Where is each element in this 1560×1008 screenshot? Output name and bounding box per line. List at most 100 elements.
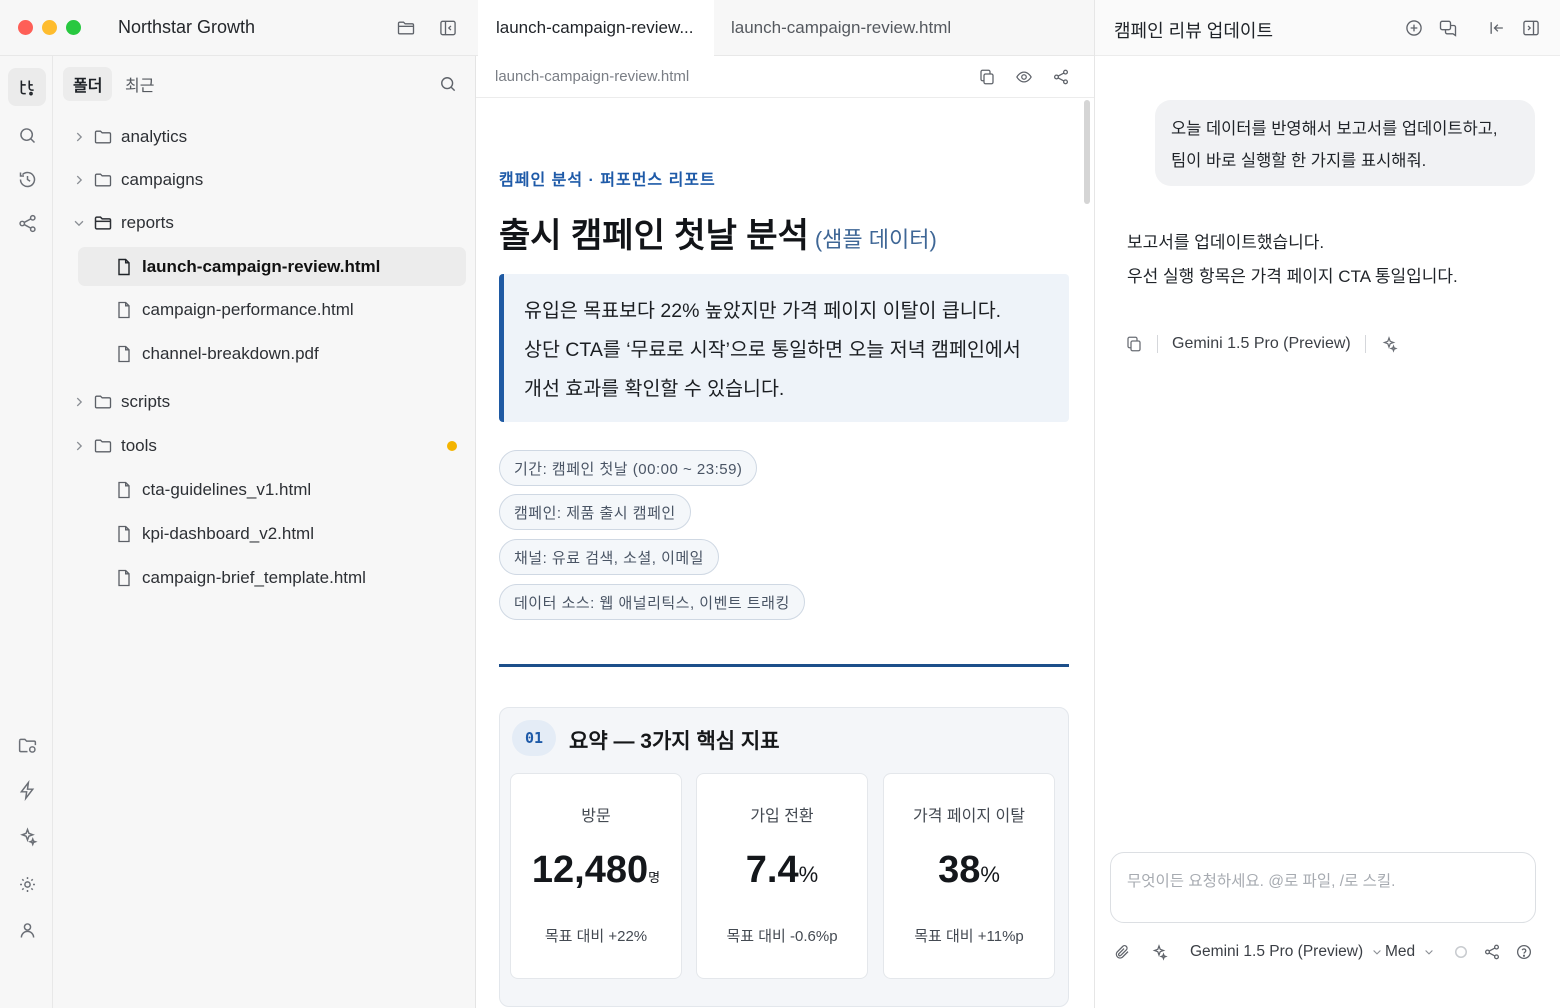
folder-icon (94, 439, 112, 453)
doc-title-suffix: (샘플 데이터) (814, 227, 937, 252)
editor-tabbar: launch-campaign-review... launch-campaig… (476, 0, 1094, 56)
tree-label: campaign-brief_template.html (142, 568, 366, 587)
regenerate-sparkle-icon[interactable] (1380, 335, 1398, 353)
collapse-sidebar-icon[interactable] (436, 16, 460, 40)
model-selector[interactable]: Gemini 1.5 Pro (Preview) (1190, 940, 1383, 964)
help-icon[interactable] (1515, 940, 1533, 964)
kpi-label: 방문 (581, 808, 611, 825)
tree-folder-analytics[interactable]: analytics (76, 118, 466, 156)
file-icon (118, 258, 130, 275)
tree-label: campaigns (121, 170, 204, 189)
tree-label: scripts (121, 392, 171, 411)
kpi-value: 7.4% (697, 849, 867, 892)
explorer-search-icon[interactable] (436, 72, 460, 96)
kpi-summary-section: 01 요약 — 3가지 핵심 지표 방문 12,480명 목표 대비 +22% … (499, 707, 1069, 1007)
sparkle-icon[interactable] (8, 817, 46, 855)
chevron-right-icon (76, 175, 83, 185)
search-icon[interactable] (8, 116, 46, 154)
tab-folders[interactable]: 폴더 (63, 67, 113, 101)
chevron-down-icon (1425, 950, 1433, 955)
file-icon (118, 345, 130, 363)
tree-folder-reports[interactable]: reports (74, 204, 466, 242)
chat-history-icon[interactable] (1436, 16, 1460, 40)
workspace-title[interactable]: Northstar Growth (118, 17, 255, 38)
folder-icon (94, 173, 112, 187)
kpi-unit: 명 (648, 870, 661, 885)
kpi-number: 12,480 (531, 849, 649, 891)
section-number: 01 (512, 720, 556, 756)
kpi-delta: 목표 대비 +22% (544, 928, 648, 945)
kpi-number: 7.4 (745, 849, 799, 891)
lightning-icon[interactable] (8, 771, 46, 809)
share-icon[interactable] (1050, 66, 1072, 88)
kpi-card-pricing-bounce: 가격 페이지 이탈 38% 목표 대비 +11%p (883, 773, 1055, 979)
kpi-value: 38% (884, 849, 1054, 892)
share-conversation-icon[interactable] (1483, 940, 1501, 964)
editor-scrollbar[interactable] (1084, 100, 1090, 204)
chat-composer[interactable] (1110, 852, 1536, 923)
section-title: 요약 — 3가지 핵심 지표 (569, 730, 780, 753)
copy-reply-icon[interactable] (1125, 335, 1143, 353)
tree-folder-tools[interactable]: tools (76, 427, 466, 465)
meta-chip-data-source: 데이터 소스: 웹 애널리틱스, 이벤트 트래킹 (499, 584, 805, 620)
tab-recent[interactable]: 최근 (115, 67, 164, 101)
kpi-delta: 목표 대비 -0.6%p (726, 928, 838, 945)
tree-folder-campaigns[interactable]: campaigns (76, 161, 466, 199)
file-icon (118, 569, 130, 587)
kpi-number: 38 (938, 849, 981, 891)
settings-gear-icon[interactable] (8, 865, 46, 903)
chevron-right-icon (76, 397, 83, 407)
tree-file-cta-guidelines[interactable]: cta-guidelines_v1.html (78, 471, 466, 509)
user-message-line: 팀이 바로 실행할 한 가지를 표시해줘. (1171, 152, 1427, 170)
folder-settings-icon[interactable] (8, 726, 46, 764)
kpi-label: 가입 전환 (750, 808, 814, 825)
chat-input[interactable] (1127, 873, 1517, 891)
preview-eye-icon[interactable] (1013, 66, 1035, 88)
file-path-bar: launch-campaign-review.html (476, 56, 1094, 98)
effort-selector[interactable]: Med (1385, 940, 1435, 964)
toggle-panel-icon[interactable] (1519, 16, 1543, 40)
copy-icon[interactable] (976, 66, 998, 88)
kpi-label: 가격 페이지 이탈 (913, 808, 1025, 825)
tree-file-launch-campaign-review[interactable]: launch-campaign-review.html (78, 247, 466, 286)
tab-launch-campaign-review[interactable]: launch-campaign-review.html (713, 0, 969, 56)
history-icon[interactable] (8, 160, 46, 198)
tree-file-campaign-performance[interactable]: campaign-performance.html (78, 291, 466, 329)
model-selector-label: Gemini 1.5 Pro (Preview) (1190, 943, 1364, 960)
account-icon[interactable] (8, 911, 46, 949)
section-divider (499, 664, 1069, 667)
kpi-unit: % (980, 862, 1000, 887)
tree-folder-scripts[interactable]: scripts (76, 383, 466, 421)
minimize-window-button[interactable] (42, 20, 57, 35)
doc-title-text: 출시 캠페인 첫날 분석 (499, 217, 809, 255)
collapse-left-icon[interactable] (1485, 16, 1509, 40)
explorer-icon[interactable] (8, 68, 46, 106)
callout-line: 개선 효과를 확인할 수 있습니다. (524, 378, 785, 400)
meta-separator (1364, 335, 1366, 353)
tab-launch-campaign-review-active[interactable]: launch-campaign-review... (478, 0, 714, 56)
maximize-window-button[interactable] (66, 20, 81, 35)
assistant-reply: 보고서를 업데이트했습니다. 우선 실행 항목은 가격 페이지 CTA 통일입니… (1127, 226, 1458, 294)
assistant-title: 캠페인 리뷰 업데이트 (1114, 21, 1274, 41)
new-chat-icon[interactable] (1402, 16, 1426, 40)
tree-file-kpi-dashboard[interactable]: kpi-dashboard_v2.html (78, 515, 466, 553)
activity-rail (0, 56, 53, 1008)
kpi-card-signup-conversion: 가입 전환 7.4% 목표 대비 -0.6%p (696, 773, 868, 979)
chevron-down-icon (74, 220, 84, 227)
skills-sparkle-icon[interactable] (1150, 940, 1168, 964)
context-usage-icon[interactable] (1452, 940, 1470, 964)
meta-chip-channels: 채널: 유료 검색, 소셜, 이메일 (499, 539, 719, 575)
tree-label: analytics (121, 127, 188, 146)
summary-callout: 유입은 목표보다 22% 높았지만 가격 페이지 이탈이 큽니다. 상단 CTA… (499, 274, 1069, 422)
tree-file-campaign-brief[interactable]: campaign-brief_template.html (78, 559, 466, 597)
chevron-down-icon (1373, 950, 1381, 955)
open-folder-icon[interactable] (394, 16, 418, 40)
attach-file-icon[interactable] (1113, 940, 1131, 964)
editor-pane: launch-campaign-review... launch-campaig… (476, 0, 1095, 1008)
kpi-unit: % (798, 862, 819, 887)
user-message: 오늘 데이터를 반영해서 보고서를 업데이트하고, 팀이 바로 실행할 한 가지… (1155, 100, 1535, 186)
reply-line: 우선 실행 항목은 가격 페이지 CTA 통일입니다. (1127, 267, 1458, 286)
close-window-button[interactable] (18, 20, 33, 35)
share-graph-icon[interactable] (8, 204, 46, 242)
tree-file-channel-breakdown[interactable]: channel-breakdown.pdf (78, 335, 466, 373)
